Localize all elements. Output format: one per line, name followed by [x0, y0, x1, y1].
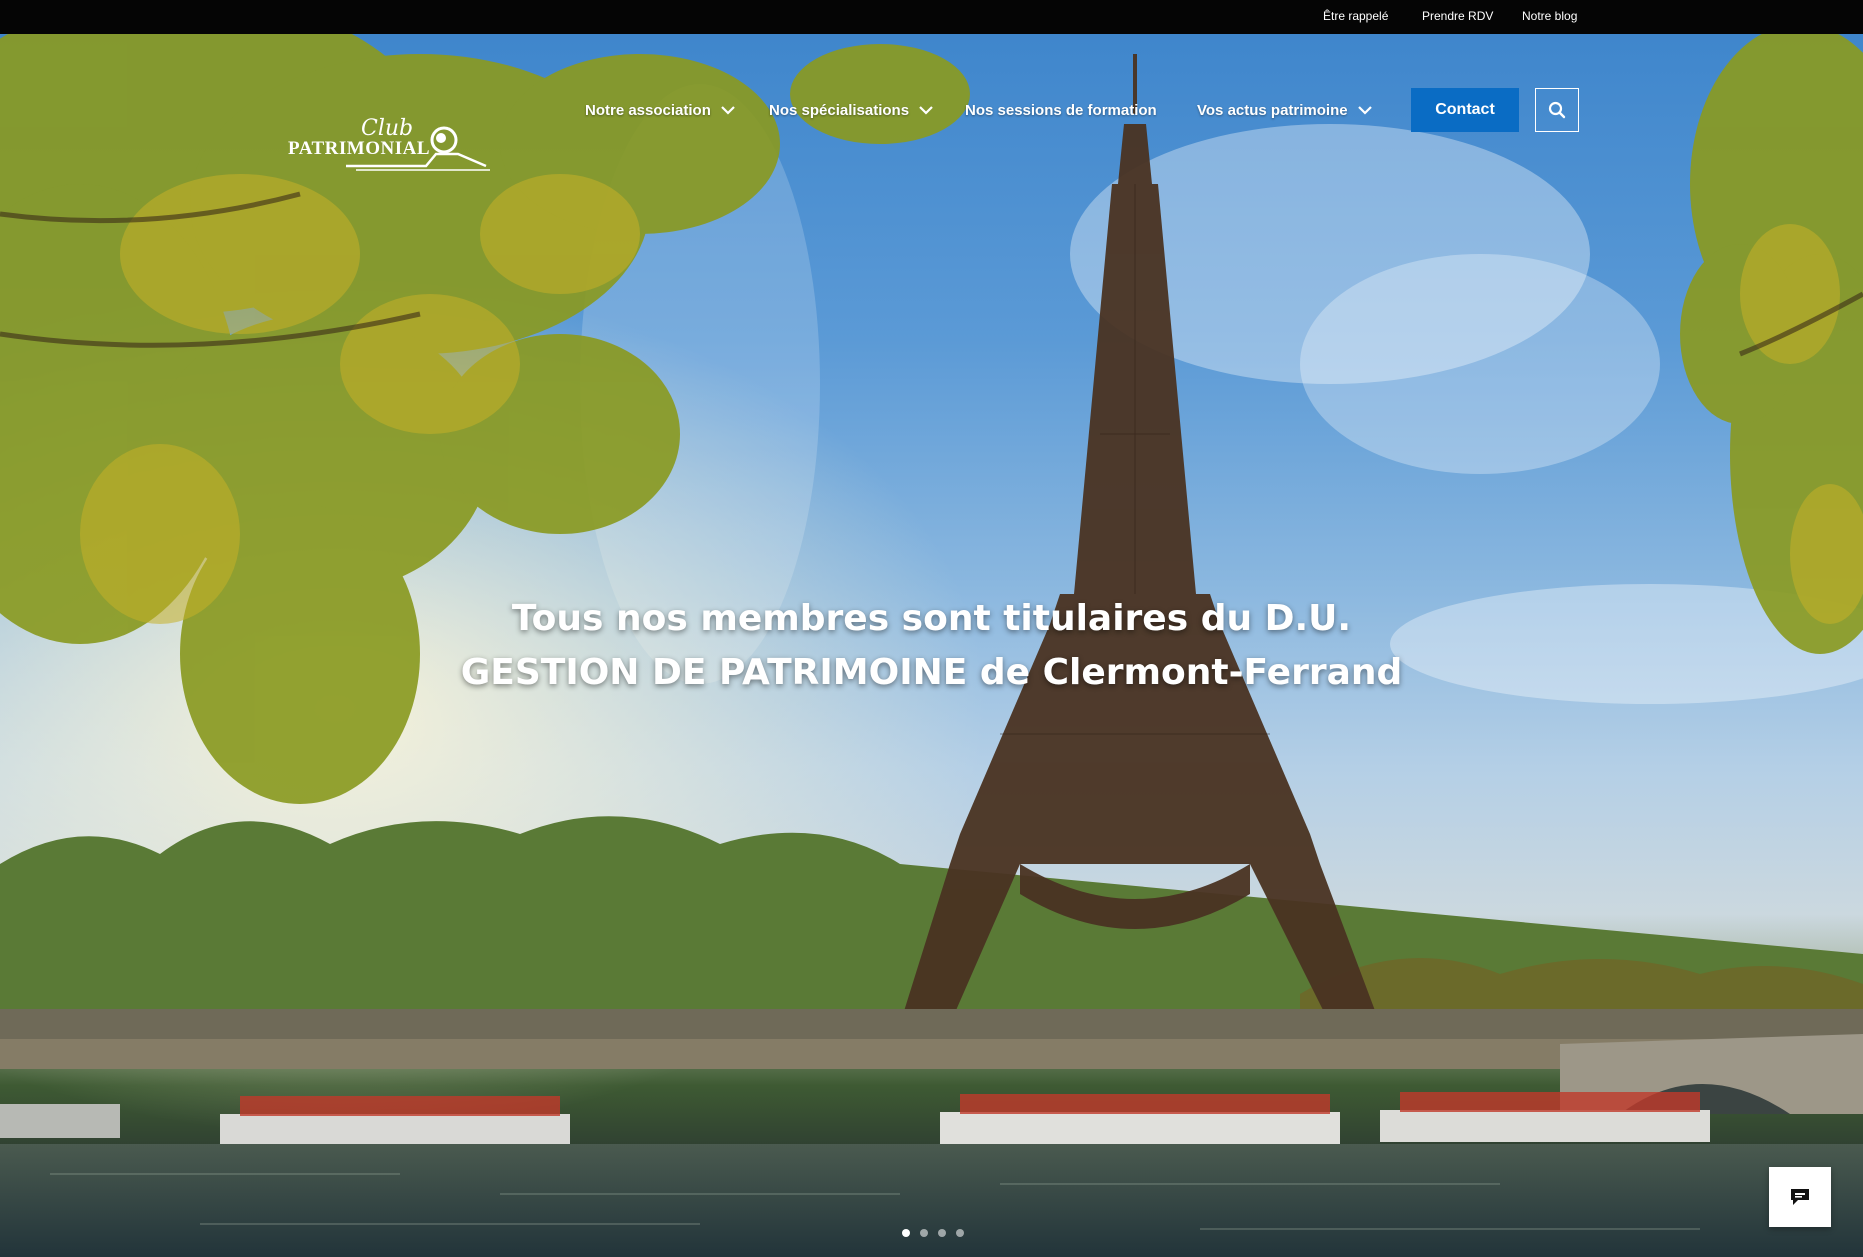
nav-notre-association[interactable]: Notre association [585, 99, 735, 121]
chevron-down-icon [1357, 106, 1372, 115]
search-button[interactable] [1535, 88, 1579, 132]
chat-icon [1791, 1189, 1809, 1205]
contact-button[interactable]: Contact [1411, 88, 1519, 132]
nav-nos-specialisations-label: Nos spécialisations [769, 101, 910, 119]
slider-dot[interactable] [938, 1229, 946, 1237]
slider-dot[interactable] [956, 1229, 964, 1237]
nav-nos-specialisations[interactable]: Nos spécialisations [769, 99, 933, 121]
chevron-down-icon [919, 106, 933, 115]
blog-link[interactable]: Notre blog [1522, 9, 1577, 23]
nav-actus-patrimoine[interactable]: Vos actus patrimoine [1197, 99, 1372, 121]
hero-headline-line1: Tous nos membres sont titulaires du D.U. [511, 598, 1352, 639]
chevron-down-icon [721, 106, 735, 115]
hero-headline-line2: GESTION DE PATRIMOINE de Clermont-Ferran… [460, 652, 1403, 693]
slider-dot[interactable] [902, 1229, 910, 1237]
search-icon [1548, 101, 1566, 119]
nav-actus-patrimoine-label: Vos actus patrimoine [1197, 101, 1348, 119]
chat-widget-button[interactable] [1769, 1167, 1831, 1227]
nav-notre-association-label: Notre association [585, 101, 711, 119]
slider-pagination [902, 1229, 964, 1237]
slider-dot[interactable] [920, 1229, 928, 1237]
logo-emblem-icon [346, 126, 490, 171]
callback-link[interactable]: Être rappelé [1323, 9, 1388, 23]
appointment-link[interactable]: Prendre RDV [1422, 9, 1493, 23]
nav-sessions-formation[interactable]: Nos sessions de formation [965, 99, 1157, 121]
nav-sessions-formation-label: Nos sessions de formation [965, 101, 1157, 119]
site-logo[interactable]: Club PATRIMONIAL [286, 114, 492, 174]
top-utility-bar: Être rappelé Prendre RDV Notre blog [0, 0, 1863, 34]
hero-headline: Tous nos membres sont titulaires du D.U.… [300, 592, 1563, 700]
